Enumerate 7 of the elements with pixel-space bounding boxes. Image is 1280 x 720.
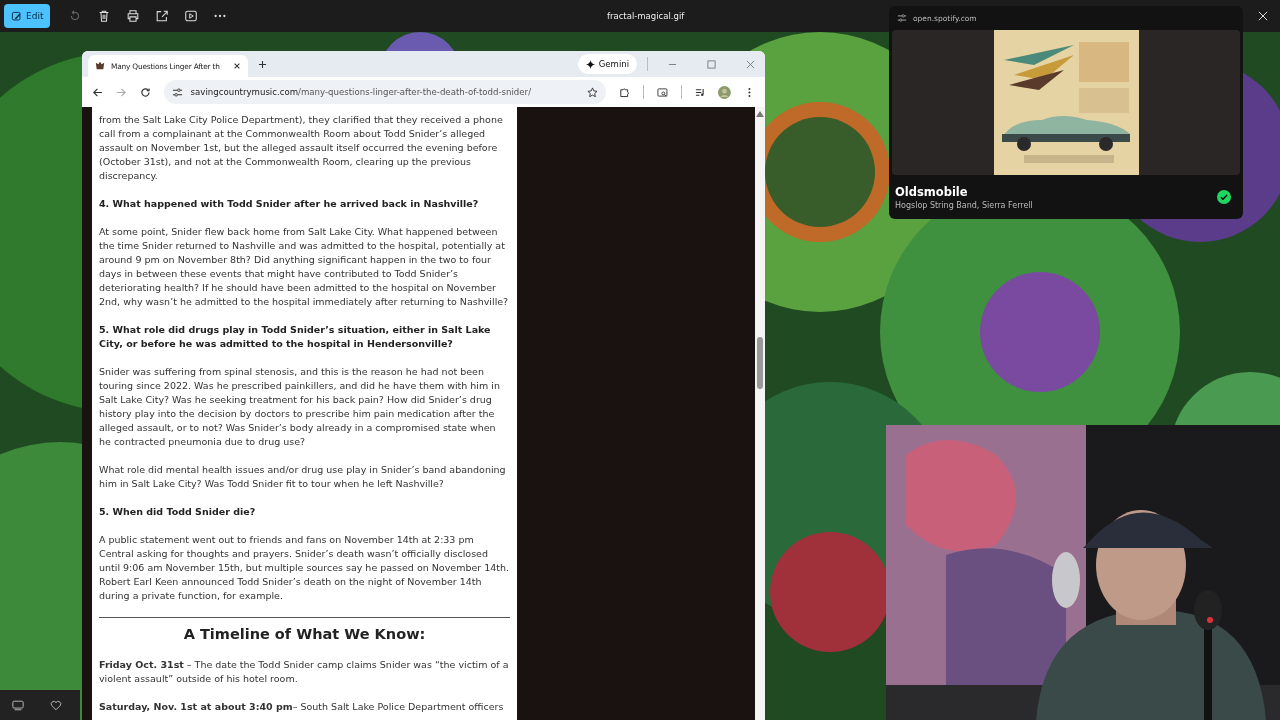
share-icon[interactable] [155,9,170,23]
edit-icon [11,10,22,22]
print-icon[interactable] [126,9,141,23]
slideshow-icon[interactable] [184,9,199,23]
site-settings-icon[interactable] [897,13,907,23]
edit-button[interactable]: Edit [4,4,51,28]
file-name: fractal-magical.gif [607,11,685,21]
